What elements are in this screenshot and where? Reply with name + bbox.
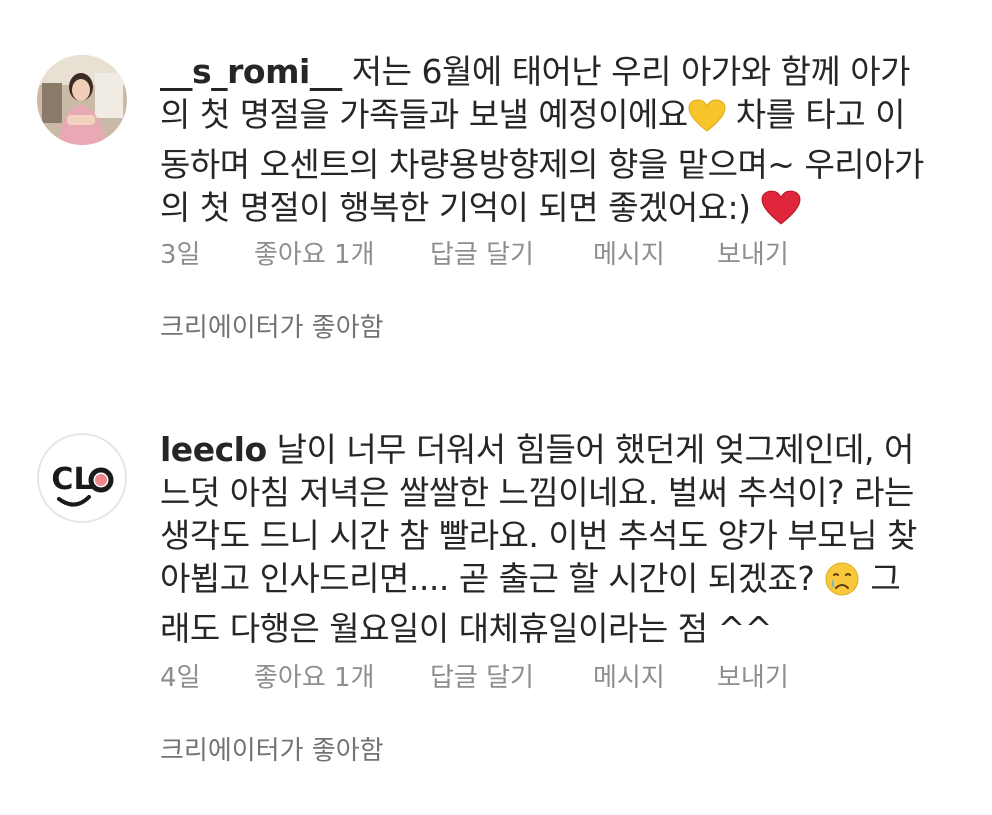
comment-meta: 4일 좋아요 1개 답글 달기 메시지 보내기 <box>160 658 789 698</box>
likes-count[interactable]: 좋아요 1개 <box>254 235 430 275</box>
avatar[interactable]: CL <box>37 433 127 523</box>
reply-button[interactable]: 답글 달기 <box>430 235 593 275</box>
creator-liked-label: 크리에이터가 좋아함 <box>160 736 384 766</box>
comment-text: __s_romi__ 저는 6월에 태어난 우리 아가와 함께 아가 의 첫 명… <box>160 50 960 236</box>
profile-photo <box>37 55 127 145</box>
message-button[interactable]: 메시지 <box>593 658 717 698</box>
comment-username[interactable]: __s_romi__ <box>160 52 342 91</box>
likes-count[interactable]: 좋아요 1개 <box>254 658 430 698</box>
message-button[interactable]: 메시지 <box>593 235 717 275</box>
send-button[interactable]: 보내기 <box>717 658 789 698</box>
yellow-heart-icon <box>688 99 726 143</box>
comment-username[interactable]: leeclo <box>160 430 267 469</box>
comment-time: 4일 <box>160 663 201 693</box>
comment-meta: 3일 좋아요 1개 답글 달기 메시지 보내기 <box>160 235 789 275</box>
comment-text: leeclo 날이 너무 더워서 힘들어 했던게 엊그제인데, 어 느덧 아침 … <box>160 430 917 648</box>
send-button[interactable]: 보내기 <box>717 235 789 275</box>
avatar[interactable] <box>37 55 127 145</box>
clo-logo-icon: CL <box>51 462 114 507</box>
reply-button[interactable]: 답글 달기 <box>430 658 593 698</box>
crying-face-icon <box>824 561 860 607</box>
svg-text:CL: CL <box>51 462 92 497</box>
creator-liked-label: 크리에이터가 좋아함 <box>160 313 384 343</box>
red-heart-icon <box>761 190 801 236</box>
comment-time: 3일 <box>160 240 201 270</box>
